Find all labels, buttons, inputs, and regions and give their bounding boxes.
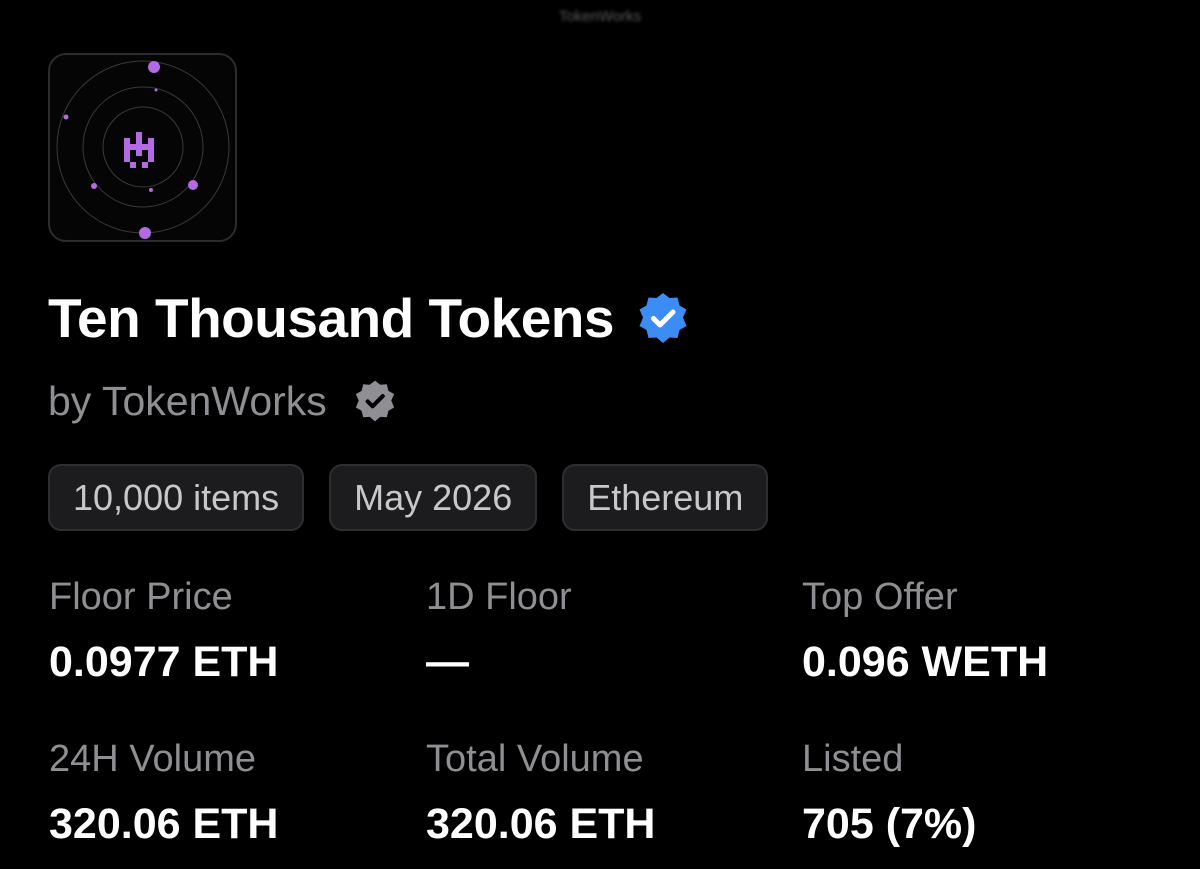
chip-item-count: 10,000 items [48,464,305,531]
collection-title-row: Ten Thousand Tokens [48,284,690,352]
stat-label: 24H Volume [49,738,257,780]
stat-label: Total Volume [426,738,644,780]
stat-value: 0.0977 ETH [49,638,279,686]
stat-label: Top Offer [802,576,958,618]
collection-avatar[interactable] [48,53,237,242]
stat-total-volume: Total Volume 320.06 ETH [426,737,766,849]
app-title-label: TokenWorks [558,8,642,25]
collection-chips: 10,000 items May 2026 Ethereum [48,464,769,531]
stat-floor-price: Floor Price 0.0977 ETH [49,575,389,687]
stat-1d-floor: 1D Floor — [426,575,766,687]
chip-chain: Ethereum [562,464,769,531]
stat-value: 0.096 WETH [802,638,1049,686]
stat-value: — [426,638,469,686]
stat-listed: Listed 705 (7%) [802,737,1142,849]
stat-24h-volume: 24H Volume 320.06 ETH [49,737,389,849]
chip-created-date: May 2026 [329,464,538,531]
stat-label: Floor Price [49,576,233,618]
verified-badge-icon [355,380,394,422]
stat-label: Listed [802,738,904,780]
creator-row[interactable]: by TokenWorks [48,374,397,428]
stat-value: 705 (7%) [802,800,977,848]
stat-value: 320.06 ETH [49,800,279,848]
creator-name[interactable]: by TokenWorks [48,378,327,425]
stat-top-offer: Top Offer 0.096 WETH [802,575,1142,687]
stat-label: 1D Floor [426,576,572,618]
stat-value: 320.06 ETH [426,800,656,848]
collection-title: Ten Thousand Tokens [48,287,615,349]
verified-badge-icon [639,293,687,343]
orbit-invader-logo-icon [56,60,230,239]
